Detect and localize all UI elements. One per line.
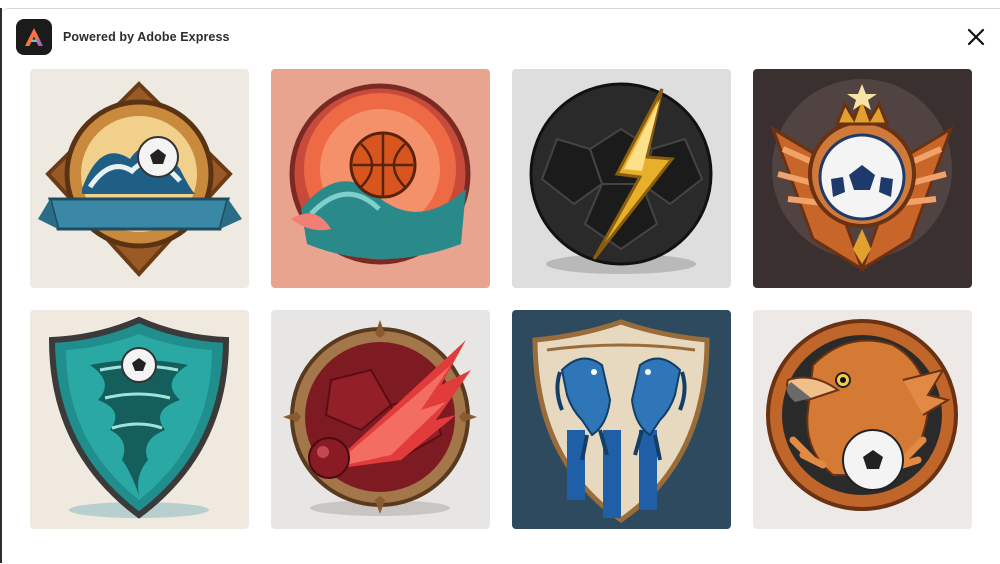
gallery-item-winged-crown-soccer-badge[interactable]: [753, 69, 972, 288]
gallery-item-tornado-shield-badge[interactable]: [30, 310, 249, 529]
adobe-express-logo-icon: [16, 19, 52, 55]
gallery-item-wave-soccer-badge[interactable]: [30, 69, 249, 288]
close-button[interactable]: [964, 25, 988, 49]
gallery-item-horses-shield-badge[interactable]: [512, 310, 731, 529]
powered-by-label: Powered by Adobe Express: [63, 30, 230, 44]
gallery-item-lightning-ball-badge[interactable]: [512, 69, 731, 288]
gallery-item-fireball-badge[interactable]: [271, 310, 490, 529]
dialog-header: Powered by Adobe Express: [2, 9, 1000, 65]
gallery-item-eagle-soccer-badge[interactable]: [753, 310, 972, 529]
gallery-item-splash-basketball-badge[interactable]: [271, 69, 490, 288]
close-icon: [967, 28, 985, 46]
